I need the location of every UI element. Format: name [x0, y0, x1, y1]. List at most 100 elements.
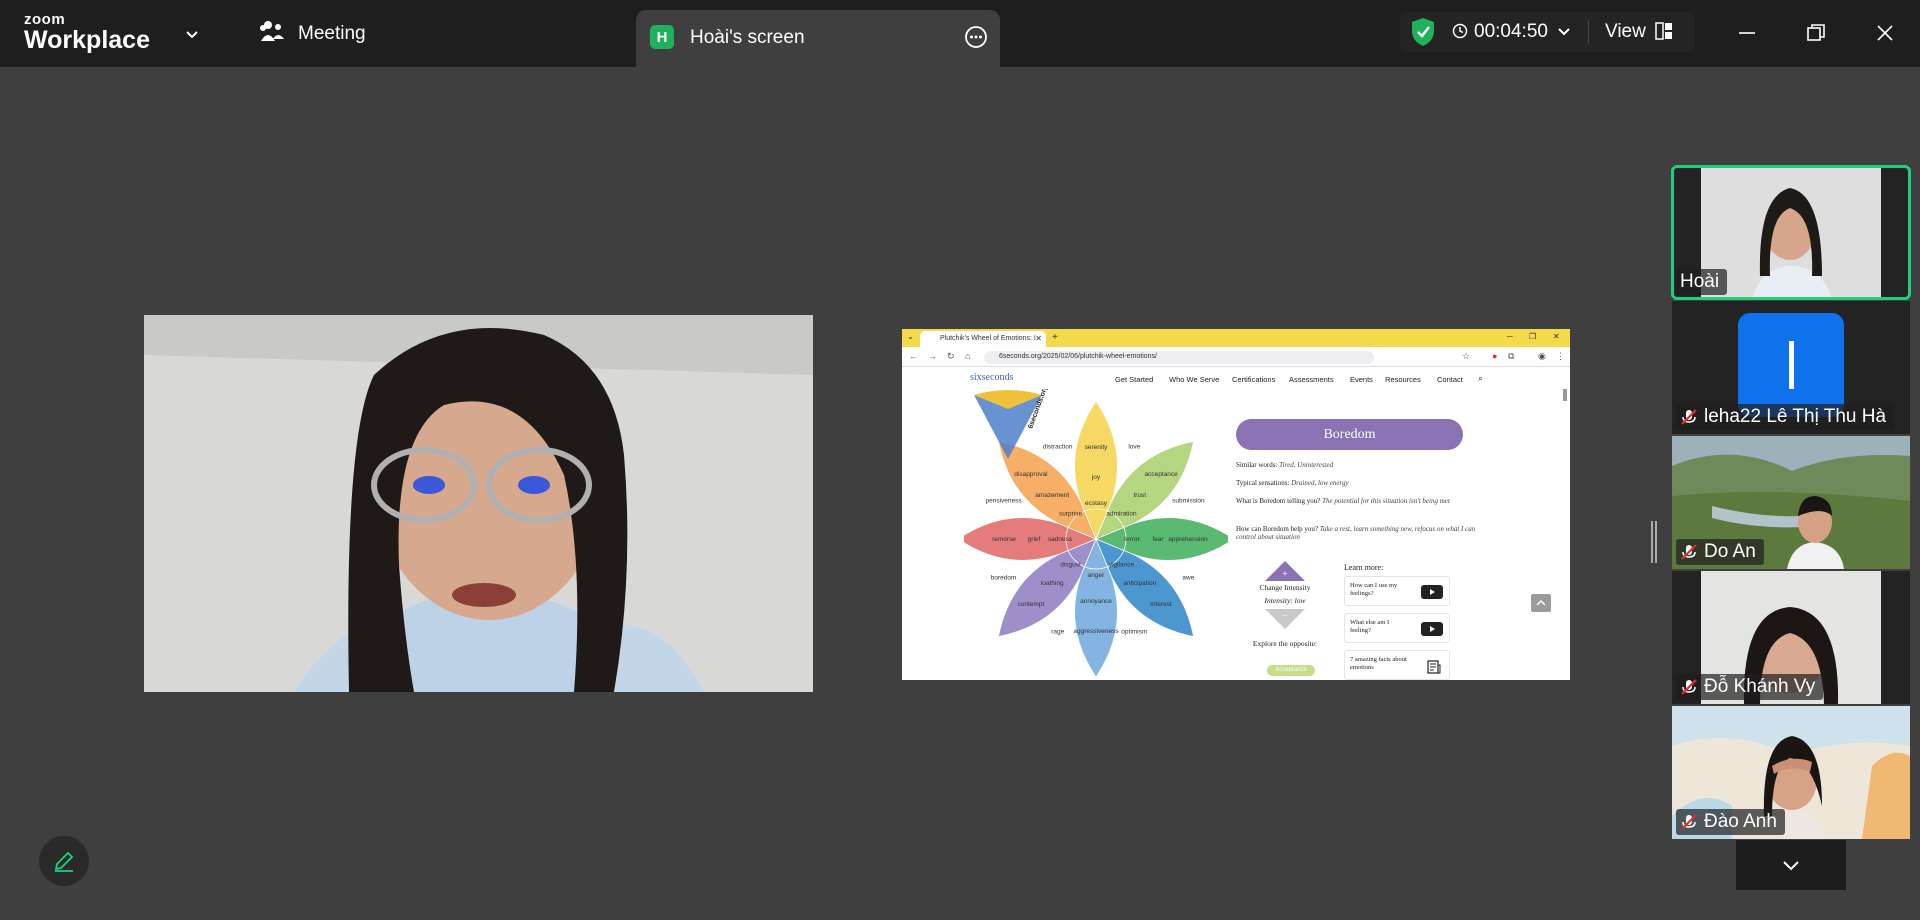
nav-link[interactable]: Events	[1350, 375, 1373, 384]
nav-link[interactable]: Contact	[1437, 375, 1463, 384]
close-button[interactable]	[1870, 18, 1900, 48]
forward-icon[interactable]: →	[928, 351, 937, 361]
sharer-initial-badge: H	[650, 25, 674, 49]
screen-share-tab[interactable]: H Hoài's screen	[636, 10, 1000, 67]
muted-mic-icon	[1681, 679, 1697, 695]
sensations-label: Typical sensations:	[1236, 479, 1290, 487]
wheel-word: apprehension	[1168, 536, 1208, 543]
more-options-icon[interactable]	[964, 25, 988, 49]
participant-tile[interactable]: Đào Anh	[1672, 706, 1910, 839]
meeting-button[interactable]: Meeting	[258, 20, 366, 48]
extension-icon[interactable]: ●	[1492, 351, 1497, 361]
wheel-word: pensiveness	[986, 498, 1023, 505]
intensity-controls: + Change Intensity Intensity: low − Expl…	[1247, 561, 1323, 648]
shared-screen-view[interactable]: ⌄ Plutchik's Wheel of Emotions: I ✕ + ─ …	[902, 329, 1570, 680]
logo-line1: zoom	[24, 11, 66, 28]
chevron-up-icon	[1536, 599, 1546, 606]
zoom-window: zoom Workplace Meeting H Hoài's screen 0…	[0, 0, 1920, 920]
speaker-video-tile[interactable]	[144, 315, 813, 692]
typical-sensations: Typical sensations: Drained, low energy	[1236, 479, 1349, 487]
participant-name-tag: leha22 Lê Thị Thu Hà	[1676, 404, 1895, 430]
participant-tile[interactable]: Do An	[1672, 436, 1910, 569]
wheel-word: distraction	[1043, 444, 1073, 451]
reload-icon[interactable]: ↻	[947, 351, 955, 362]
wheel-word: trust	[1133, 492, 1146, 499]
decrease-intensity-icon[interactable]: −	[1265, 609, 1305, 629]
browser-tab[interactable]: Plutchik's Wheel of Emotions: I ✕	[920, 331, 1046, 347]
svg-text:+: +	[1282, 569, 1288, 580]
browser-menu-icon[interactable]: ⋮	[1556, 351, 1565, 362]
site-nav: sixseconds Get Started Who We Serve Cert…	[902, 367, 1570, 389]
new-tab-icon[interactable]: +	[1052, 332, 1058, 343]
nav-link[interactable]: Assessments	[1289, 375, 1334, 384]
chevron-down-icon[interactable]	[1556, 23, 1572, 44]
scroll-to-top-button[interactable]	[1531, 594, 1551, 612]
browser-close-icon[interactable]: ✕	[1553, 332, 1560, 341]
participant-name-tag: Do An	[1676, 539, 1764, 565]
profile-icon[interactable]: ◉	[1538, 351, 1546, 362]
participant-tile[interactable]: Hoài	[1672, 166, 1910, 299]
wheel-word: admiration	[1106, 511, 1137, 518]
wheel-word: remorse	[992, 536, 1016, 543]
increase-intensity-icon[interactable]: +	[1265, 561, 1305, 581]
extensions-icon[interactable]: ⧉	[1508, 351, 1514, 362]
security-shield-icon[interactable]	[1410, 17, 1436, 52]
meeting-timer[interactable]: 00:04:50	[1474, 21, 1548, 43]
chevron-down-icon[interactable]	[182, 24, 202, 44]
url-field[interactable]: 6seconds.org/2025/02/06/plutchik-wheel-e…	[984, 351, 1374, 364]
intensity-value: Intensity: low	[1264, 596, 1306, 605]
nav-link[interactable]: Who We Serve	[1169, 375, 1219, 384]
bookmark-star-icon[interactable]: ☆	[1462, 351, 1470, 362]
participants-icon	[258, 19, 286, 49]
wheel-word: joy	[1091, 474, 1101, 481]
learn-card-label: 7 amazing facts about emotions	[1350, 656, 1407, 671]
home-icon[interactable]: ⌂	[965, 351, 970, 361]
nav-link[interactable]: Resources	[1385, 375, 1421, 384]
explore-opposite-label: Explore the opposite:	[1252, 639, 1318, 648]
wheel-word: acceptance	[1144, 471, 1178, 478]
learn-more-title: Learn more:	[1344, 563, 1384, 572]
scroll-participants-down-button[interactable]	[1736, 840, 1846, 890]
participant-name-tag: Đào Anh	[1676, 809, 1785, 835]
wheel-word: surprise	[1059, 511, 1083, 518]
nav-link[interactable]: Certifications	[1232, 375, 1275, 384]
telling-you: What is Boredom telling you? The potenti…	[1236, 497, 1466, 505]
view-button[interactable]: View	[1605, 21, 1646, 43]
learn-card[interactable]: What else am I feeling?	[1344, 613, 1450, 643]
participant-tile[interactable]: Đỗ Khánh Vy	[1672, 571, 1910, 704]
search-icon[interactable]: ⌕	[1478, 373, 1483, 384]
grid-view-icon[interactable]	[1655, 22, 1673, 45]
wheel-word: disapproval	[1014, 471, 1048, 478]
learn-card[interactable]: How can I use my feelings?	[1344, 576, 1450, 606]
browser-restore-icon[interactable]: ❐	[1529, 332, 1536, 341]
wheel-word: grief	[1028, 536, 1041, 543]
muted-mic-icon	[1681, 814, 1697, 830]
nav-link[interactable]: Get Started	[1115, 375, 1153, 384]
wheel-word: optimism	[1121, 628, 1147, 635]
participant-name: Đào Anh	[1704, 811, 1777, 832]
opposite-emotion-button[interactable]: Acceptance	[1267, 665, 1315, 676]
zoom-workplace-logo: zoom Workplace	[24, 12, 150, 53]
wheel-word: rage	[1051, 628, 1064, 635]
wheel-word: sadness	[1048, 536, 1073, 543]
back-icon[interactable]: ←	[909, 351, 918, 361]
emotion-wheel[interactable]: serenity joy ecstasy love acceptance trust adm…	[964, 389, 1228, 680]
learn-card[interactable]: 7 amazing facts about emotions	[1344, 650, 1450, 680]
minimize-button[interactable]	[1732, 18, 1762, 48]
wheel-word: anger	[1088, 572, 1105, 579]
minimize-icon	[1739, 32, 1755, 34]
restore-button[interactable]	[1801, 18, 1831, 48]
browser-minimize-icon[interactable]: ─	[1507, 332, 1513, 341]
page-scrollbar[interactable]	[1563, 389, 1567, 401]
close-tab-icon[interactable]: ✕	[1035, 334, 1042, 343]
annotate-button[interactable]	[39, 836, 89, 886]
wheel-word: submission	[1172, 498, 1205, 505]
resize-handle[interactable]	[1651, 521, 1657, 563]
svg-text:−: −	[1282, 611, 1288, 622]
article-icon	[1427, 660, 1441, 674]
tab-search-icon[interactable]: ⌄	[907, 332, 914, 341]
participant-tile[interactable]: leha22 Lê Thị Thu Hà	[1672, 301, 1910, 434]
participant-name-tag: Đỗ Khánh Vy	[1676, 674, 1824, 700]
site-logo[interactable]: sixseconds	[970, 372, 1013, 383]
emotion-title: Boredom	[1236, 419, 1463, 450]
